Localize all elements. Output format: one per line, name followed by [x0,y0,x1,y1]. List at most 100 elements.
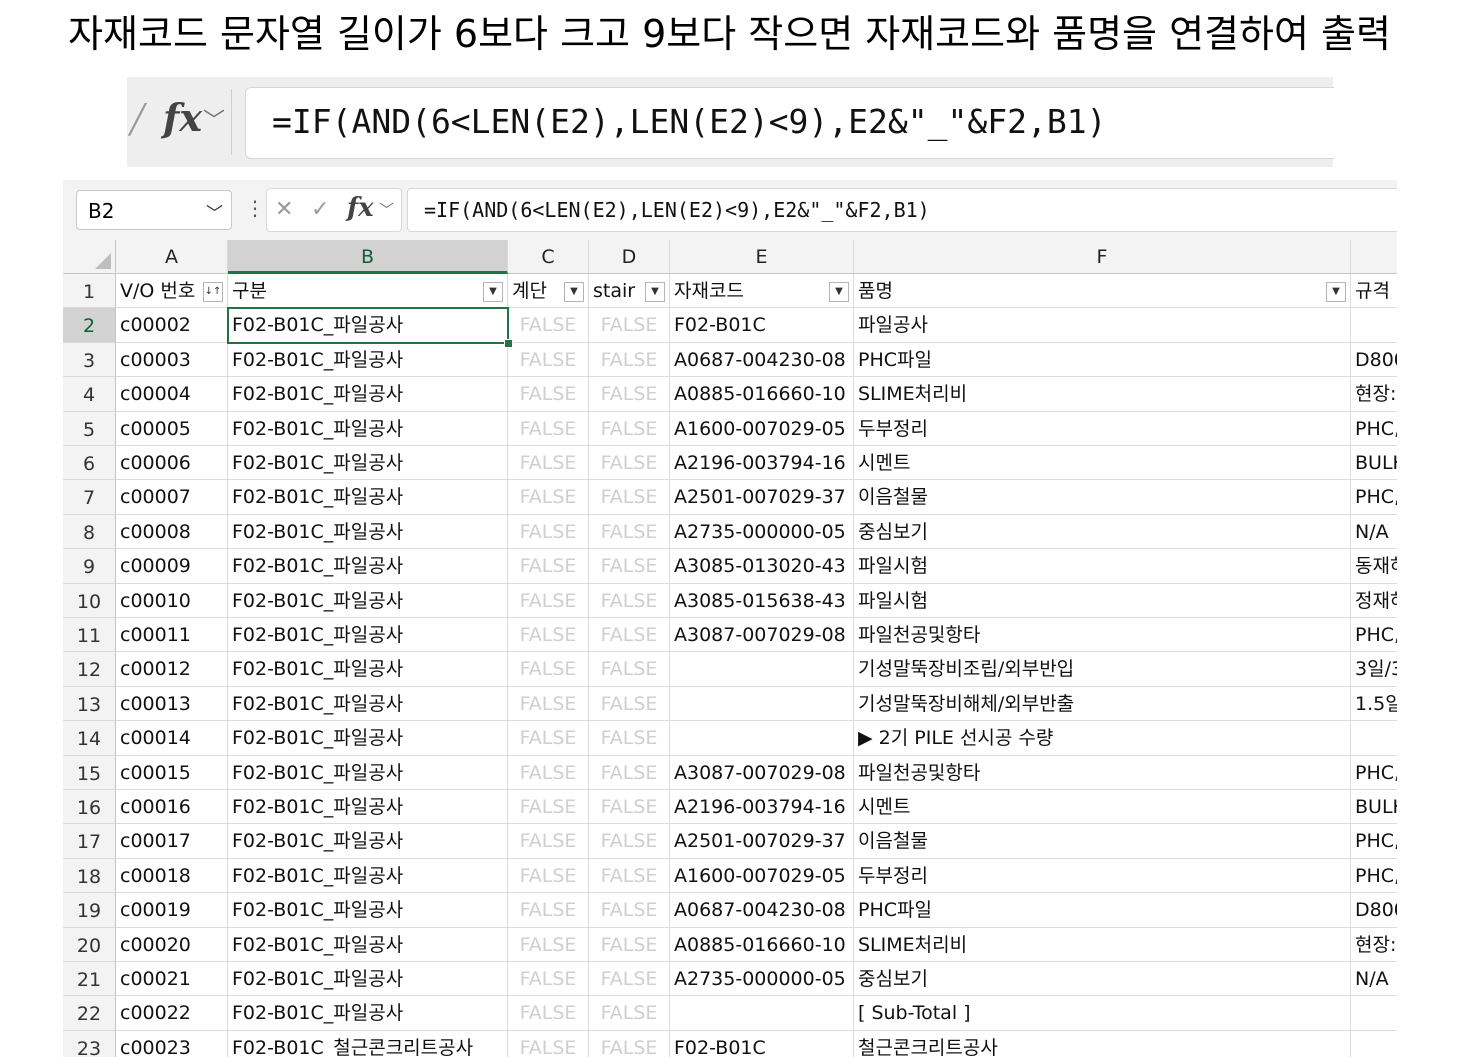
cell-b[interactable]: F02-B01C_파일공사 [228,927,508,962]
cell-b[interactable]: F02-B01C_파일공사 [228,308,508,343]
cell-f[interactable]: SLIME처리비 [854,377,1351,412]
row-number[interactable]: 10 [63,583,116,618]
cell-b[interactable]: F02-B01C_파일공사 [228,893,508,928]
cell-e[interactable]: F02-B01C [670,308,854,343]
cell-b[interactable]: F02-B01C_파일공사 [228,514,508,550]
cell-e[interactable]: A3087-007029-08 [670,618,854,653]
cell-g[interactable]: 현장: [1351,927,1397,962]
cell-g[interactable]: BULK [1351,446,1397,481]
row-number[interactable]: 14 [63,721,116,756]
cell-d[interactable]: FALSE [589,514,670,550]
cell-a[interactable]: c00008 [116,514,228,550]
cell-c[interactable]: FALSE [508,927,589,962]
row-number[interactable]: 8 [63,514,116,550]
cell-d[interactable]: FALSE [589,927,670,962]
cell-f[interactable]: 이음철물 [854,824,1351,859]
filter-dropdown-icon[interactable]: ▼ [645,282,665,302]
cell-d[interactable]: FALSE [589,342,670,378]
cell-e[interactable]: A2196-003794-16 [670,446,854,481]
cell-d[interactable]: FALSE [589,446,670,481]
cell-g[interactable]: PHC, [1351,411,1397,446]
cell-g[interactable] [1351,721,1397,756]
cancel-icon[interactable]: ✕ [275,197,293,222]
formula-input[interactable]: =IF(AND(6<LEN(E2),LEN(E2)<9),E2&"_"&F2,B… [407,188,1397,232]
row-number[interactable]: 21 [63,962,116,997]
cell-g[interactable]: 정재하 [1351,583,1397,618]
cell-a[interactable]: c00012 [116,652,228,687]
sort-filter-icon[interactable]: ↓↑ [203,282,223,302]
row-number[interactable]: 16 [63,790,116,825]
cell-e[interactable]: A1600-007029-05 [670,411,854,446]
cell-e[interactable] [670,686,854,722]
row-number[interactable]: 13 [63,686,116,722]
column-header-a[interactable]: A [116,240,228,274]
cell-c[interactable]: FALSE [508,411,589,446]
cell-f[interactable]: 중심보기 [854,514,1351,550]
cell-a[interactable]: c00017 [116,824,228,859]
cell-g[interactable] [1351,996,1397,1031]
row-number[interactable]: 23 [63,1030,116,1057]
cell-e[interactable]: A0885-016660-10 [670,927,854,962]
check-icon[interactable]: ✓ [311,197,329,222]
cell-g[interactable]: PHC, [1351,480,1397,515]
cell-a[interactable]: c00014 [116,721,228,756]
cell-b[interactable]: F02-B01C_파일공사 [228,996,508,1031]
cell-e[interactable]: F02-B01C [670,1030,854,1057]
cell-b[interactable]: F02-B01C_파일공사 [228,686,508,722]
cell-b[interactable]: F02-B01C_파일공사 [228,962,508,997]
cell-f[interactable]: 두부정리 [854,858,1351,894]
cell-g[interactable]: PHC, [1351,858,1397,894]
cell-e[interactable]: A2501-007029-37 [670,824,854,859]
cell-e[interactable] [670,996,854,1031]
cell-f[interactable]: 시멘트 [854,446,1351,481]
cell-d[interactable]: FALSE [589,790,670,825]
cell-c[interactable]: FALSE [508,583,589,618]
filter-dropdown-icon[interactable]: ▼ [829,282,849,302]
cell-f[interactable]: PHC파일 [854,342,1351,378]
cell-d[interactable]: FALSE [589,652,670,687]
cell-a[interactable]: c00006 [116,446,228,481]
cell-a[interactable]: c00005 [116,411,228,446]
cell-f[interactable]: 파일시험 [854,583,1351,618]
cell-a[interactable]: c00015 [116,755,228,790]
row-number[interactable]: 6 [63,446,116,481]
row-number[interactable]: 4 [63,377,116,412]
cell-f[interactable]: SLIME처리비 [854,927,1351,962]
cell-b[interactable]: F02-B01C_파일공사 [228,824,508,859]
row-number[interactable]: 1 [63,274,116,309]
cell-c[interactable]: FALSE [508,858,589,894]
cell-c[interactable]: FALSE [508,514,589,550]
cell-f[interactable]: 철근콘크리트공사 [854,1030,1351,1057]
cell-f[interactable]: 파일천공및항타 [854,755,1351,790]
cell-a[interactable]: c00003 [116,342,228,378]
row-number[interactable]: 12 [63,652,116,687]
fill-handle[interactable] [504,338,513,348]
row-number[interactable]: 15 [63,755,116,790]
cell-d[interactable]: FALSE [589,755,670,790]
cell-a[interactable]: c00023 [116,1030,228,1057]
cell-d[interactable]: FALSE [589,686,670,722]
cell-d[interactable]: FALSE [589,618,670,653]
cell-f[interactable]: 중심보기 [854,962,1351,997]
cell-c[interactable]: FALSE [508,755,589,790]
cell-a[interactable]: c00022 [116,996,228,1031]
chevron-down-icon[interactable]: ﹀ [379,199,394,220]
filter-dropdown-icon[interactable]: ▼ [1326,282,1346,302]
row-number[interactable]: 5 [63,411,116,446]
cell-g[interactable]: PHC, [1351,824,1397,859]
name-box[interactable]: B2 ﹀ [76,190,232,230]
cell-f[interactable]: PHC파일 [854,893,1351,928]
cell-d[interactable]: FALSE [589,377,670,412]
cell-d[interactable]: FALSE [589,1030,670,1057]
cell-d[interactable]: FALSE [589,893,670,928]
cell-a[interactable]: c00021 [116,962,228,997]
cell-b[interactable]: F02-B01C_파일공사 [228,583,508,618]
row-number[interactable]: 19 [63,893,116,928]
cell-c[interactable]: FALSE [508,446,589,481]
cell-b[interactable]: F02-B01C_파일공사 [228,721,508,756]
cell-d[interactable]: FALSE [589,824,670,859]
header-cell-a[interactable]: V/O 번호 ↓↑ [116,274,228,309]
column-header-c[interactable]: C [508,240,589,274]
cell-g[interactable] [1351,1030,1397,1057]
cell-c[interactable]: FALSE [508,686,589,722]
